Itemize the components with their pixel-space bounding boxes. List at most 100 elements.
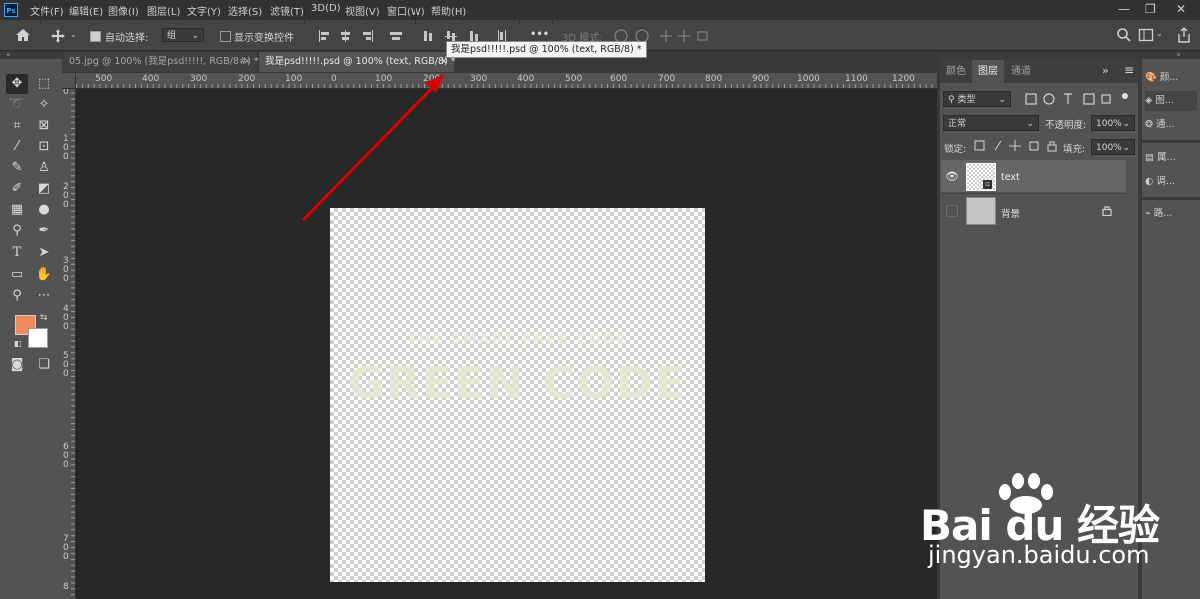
opacity-field[interactable]: 100% ⌄ [1091, 115, 1135, 131]
ruler-label: 600 [610, 74, 628, 84]
quick-mask-icon[interactable]: ◙ [6, 355, 28, 375]
tab-05-jpg[interactable]: 05.jpg @ 100% (我是psd!!!!!, RGB/8#) * × [63, 52, 259, 72]
workspace-icon[interactable] [1138, 27, 1154, 43]
menu-3d[interactable]: 3D(D) [311, 3, 341, 14]
lock-icon[interactable] [1102, 205, 1112, 216]
menu-file[interactable]: 文件(F) [30, 3, 64, 18]
side-panel-properties[interactable]: ▤ 属... [1145, 148, 1197, 168]
path-selection-tool-icon[interactable]: ➤ [33, 243, 55, 263]
chevron-down-icon[interactable]: ⌄ [1156, 29, 1163, 38]
menu-image[interactable]: 图像(I) [108, 3, 139, 18]
fill-field[interactable]: 100% ⌄ [1091, 139, 1135, 155]
close-window-button[interactable]: ✕ [1176, 2, 1186, 16]
gradient-tool-icon[interactable]: ▦ [6, 200, 28, 220]
screen-mode-icon[interactable]: ❏ [33, 355, 55, 375]
home-icon[interactable] [14, 27, 32, 43]
zoom-tool-icon[interactable]: ⚲ [6, 286, 28, 306]
marquee-tool-icon[interactable]: ⬚ [33, 74, 55, 94]
lasso-tool-icon[interactable]: ➰ [6, 95, 28, 115]
side-panel-paths[interactable]: ⌁ 路... [1145, 204, 1197, 224]
collapse-icon[interactable]: » [1176, 50, 1181, 59]
tab-channels[interactable]: 通道 [1005, 60, 1037, 83]
blur-tool-icon[interactable]: ● [33, 200, 55, 220]
side-panel-layers[interactable]: ◈ 图... [1145, 91, 1197, 111]
separator [304, 6, 305, 24]
search-icon[interactable] [1116, 27, 1132, 43]
type-tool-icon[interactable]: T [6, 243, 28, 263]
canvas-text-title: GREEN CODE [348, 358, 687, 409]
auto-select-checkbox[interactable] [90, 31, 101, 42]
properties-icon: ▤ [1145, 152, 1154, 163]
ruler-origin[interactable] [62, 73, 76, 89]
eraser-tool-icon[interactable]: ◩ [33, 179, 55, 199]
close-icon[interactable]: × [243, 52, 251, 72]
background-color-swatch[interactable] [28, 328, 48, 348]
layer-filter-dropdown[interactable]: ⚲ 类型 ⌄ [943, 91, 1011, 107]
minimize-button[interactable]: — [1118, 2, 1130, 16]
restore-button[interactable]: ❐ [1145, 2, 1156, 16]
side-panel-adjustments[interactable]: ◐ 调... [1145, 172, 1197, 192]
spot-healing-tool-icon[interactable]: ⊡ [33, 137, 55, 157]
magic-wand-tool-icon[interactable]: ✧ [33, 95, 55, 115]
ruler-label: 2 0 0 [63, 182, 69, 210]
expand-panels-icon[interactable]: « [6, 50, 11, 59]
layer-name[interactable]: 背景 [1001, 206, 1020, 220]
move-tool-icon[interactable] [50, 28, 66, 44]
eyedropper-tool-icon[interactable]: ⁄ [6, 137, 28, 157]
ruler-label: 4 0 0 [63, 304, 69, 332]
side-panel-channels[interactable]: ❂ 通... [1145, 115, 1197, 135]
menu-edit[interactable]: 编辑(E) [69, 3, 103, 18]
side-divider [1142, 140, 1200, 143]
lock-icons[interactable] [973, 139, 1059, 153]
swap-colors-icon[interactable]: ⇆ [40, 313, 48, 323]
visibility-toggle[interactable] [946, 205, 958, 217]
layers-icon: ◈ [1145, 95, 1153, 106]
menu-layer[interactable]: 图层(L) [147, 3, 180, 18]
history-brush-tool-icon[interactable]: ✐ [6, 179, 28, 199]
menu-type[interactable]: 文字(Y) [187, 3, 221, 18]
eye-icon[interactable]: 👁 [945, 170, 959, 183]
separator [552, 6, 553, 24]
dodge-tool-icon[interactable]: ⚲ [6, 221, 28, 241]
more-tools-icon[interactable]: ⋯ [33, 286, 55, 306]
panel-menu-icon[interactable]: ≡ [1124, 63, 1134, 77]
menu-window[interactable]: 窗口(W) [387, 3, 425, 18]
align-icons[interactable] [318, 28, 408, 44]
ruler-label: 1100 [845, 74, 868, 84]
tab-layers[interactable]: 图层 [972, 60, 1004, 83]
layer-filter-icons[interactable] [1024, 92, 1129, 106]
ruler-label: 7 0 0 [63, 534, 69, 562]
tab-color[interactable]: 颜色 [940, 60, 972, 83]
side-panel-color[interactable]: 🎨 颜... [1145, 68, 1197, 88]
watermark-url: jingyan.baidu.com [928, 541, 1150, 569]
layer-name[interactable]: text [1001, 172, 1020, 183]
clone-stamp-tool-icon[interactable]: ♙ [33, 158, 55, 178]
share-icon[interactable] [1176, 26, 1192, 44]
frame-tool-icon[interactable]: ⊠ [33, 116, 55, 136]
pen-tool-icon[interactable]: ✒ [33, 221, 55, 241]
auto-select-dropdown[interactable]: 组 ⌄ [162, 28, 204, 42]
menu-select[interactable]: 选择(S) [228, 3, 262, 18]
menu-help[interactable]: 帮助(H) [431, 3, 466, 18]
hand-tool-icon[interactable]: ✋ [33, 265, 55, 285]
collapse-panel-icon[interactable]: » [1102, 64, 1109, 77]
channels-icon: ❂ [1145, 119, 1153, 130]
chevron-down-icon: ⌄ [998, 95, 1006, 105]
chevron-down-icon[interactable]: ⌄ [70, 30, 77, 39]
more-options-button[interactable]: ••• [530, 29, 549, 40]
brush-tool-icon[interactable]: ✎ [6, 158, 28, 178]
photoshop-logo-icon[interactable]: Ps [4, 3, 18, 17]
crop-tool-icon[interactable]: ⌗ [6, 116, 28, 136]
default-colors-icon[interactable]: ◧ [14, 339, 22, 348]
menu-filter[interactable]: 滤镜(T) [270, 3, 304, 18]
canvas-text-subtitle: THE SMART FREE CODE [407, 332, 628, 348]
transform-controls-checkbox[interactable] [220, 31, 231, 42]
ruler-label: 3 0 0 [63, 256, 69, 284]
ruler-label: 700 [658, 74, 676, 84]
menu-view[interactable]: 视图(V) [345, 3, 380, 18]
blend-mode-dropdown[interactable]: 正常 ⌄ [943, 115, 1039, 131]
rectangle-tool-icon[interactable]: ▭ [6, 265, 28, 285]
move-tool-icon[interactable]: ✥ [6, 74, 28, 94]
opacity-label: 不透明度: [1045, 120, 1087, 131]
opacity-value: 100% [1096, 119, 1122, 129]
